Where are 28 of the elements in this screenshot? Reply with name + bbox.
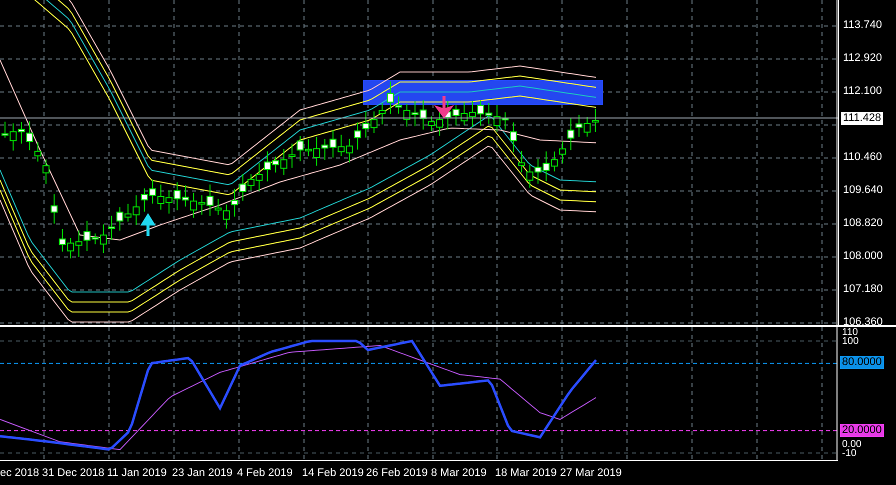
- oscillator-axis-label: 110: [842, 328, 858, 338]
- level-label: 80.0000: [840, 356, 884, 370]
- oscillator-axis-label: -10: [842, 449, 856, 459]
- time-axis-label: 4 Feb 2019: [237, 468, 293, 479]
- down-arrow-icon: [434, 94, 454, 118]
- price-axis-label: 106.360: [843, 317, 883, 328]
- current-price-label: 111.428: [841, 112, 884, 125]
- price-axis-label: 108.820: [843, 218, 883, 229]
- time-axis-label: 14 Feb 2019: [302, 468, 364, 479]
- time-axis-label: 31 Dec 2018: [42, 468, 104, 479]
- oscillator-axis-label: 0.00: [842, 440, 862, 450]
- price-axis-label: 112.100: [843, 86, 882, 97]
- time-axis-label: 23 Jan 2019: [172, 468, 233, 479]
- time-axis-label: 26 Feb 2019: [366, 468, 428, 479]
- up-arrow-icon: [140, 213, 156, 238]
- level-label: 20.0000: [840, 424, 884, 437]
- time-axis-label: 27 Mar 2019: [560, 468, 622, 479]
- time-axis-label: ec 2018: [0, 468, 40, 479]
- time-axis-label: 11 Jan 2019: [107, 468, 167, 479]
- price-axis-label: 108.000: [843, 251, 883, 262]
- oscillator-axis-label: 100: [842, 337, 859, 347]
- price-axis-label: 113.740: [843, 20, 882, 31]
- price-axis-label: 112.920: [843, 53, 882, 64]
- price-axis-label: 107.180: [843, 284, 883, 295]
- price-axis-label: 109.640: [843, 185, 883, 196]
- time-axis-label: 18 Mar 2019: [495, 468, 557, 479]
- time-axis-label: 8 Mar 2019: [431, 468, 487, 479]
- price-axis-label: 110.460: [843, 152, 882, 163]
